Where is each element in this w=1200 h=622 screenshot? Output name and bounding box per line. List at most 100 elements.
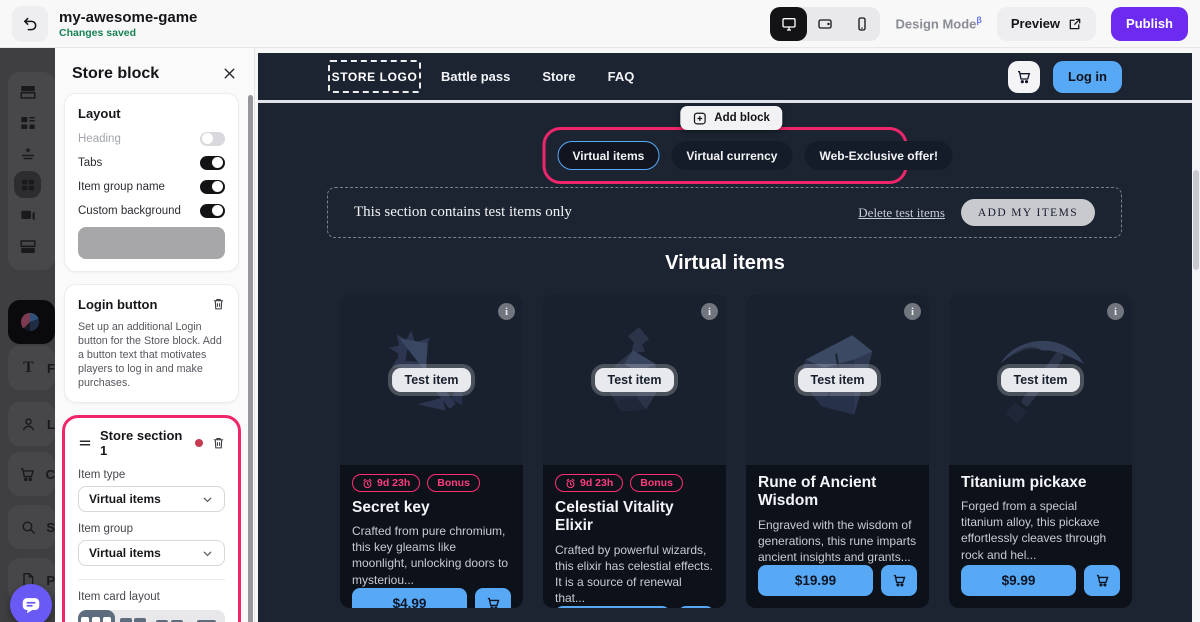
- sidebar-item-checkout[interactable]: C: [8, 452, 55, 496]
- chevron-down-icon: [201, 547, 214, 560]
- buy-price-button[interactable]: $4.99: [352, 587, 467, 608]
- desktop-view-button[interactable]: [770, 6, 808, 41]
- custom-background-toggle-label: Custom background: [78, 204, 181, 217]
- tab-virtual-currency[interactable]: Virtual currency: [671, 141, 793, 170]
- store-logo-placeholder[interactable]: STORE LOGO: [328, 60, 421, 93]
- block-icon-group: [8, 72, 55, 270]
- close-icon[interactable]: [220, 65, 238, 83]
- log-in-button[interactable]: Log in: [1053, 60, 1122, 93]
- project-title: my-awesome-game: [59, 8, 198, 26]
- typography-icon: T: [23, 359, 34, 376]
- pie-logo-icon: [19, 311, 41, 333]
- save-status: Changes saved: [59, 26, 137, 39]
- main-scrollbar-track[interactable]: [1192, 48, 1200, 622]
- tab-virtual-items[interactable]: Virtual items: [557, 141, 660, 170]
- drag-handle-icon[interactable]: [78, 437, 92, 449]
- product-description: Forged from a special titanium alloy, th…: [961, 499, 1107, 562]
- login-card-header: Login button: [78, 297, 225, 312]
- heading-toggle-label: Heading: [78, 132, 121, 145]
- product-card-pickaxe[interactable]: Test item Titanium pickaxe Forged from a…: [949, 295, 1132, 608]
- add-my-items-button[interactable]: ADD MY ITEMS: [960, 199, 1095, 226]
- test-item-badge: Test item: [594, 368, 675, 392]
- delete-test-items-link[interactable]: Delete test items: [858, 205, 945, 221]
- heading-toggle[interactable]: [200, 131, 225, 146]
- store-section-card-body: Store section 1 Item type Virtual items …: [65, 418, 238, 622]
- product-card-rune[interactable]: Test item Rune of Ancient Wisdom Engrave…: [746, 295, 929, 608]
- add-to-cart-button[interactable]: [881, 565, 917, 596]
- item-group-name-toggle[interactable]: [200, 179, 225, 194]
- product-description: Engraved with the wisdom of generations,…: [758, 517, 917, 564]
- item-card-layout-label: Item card layout: [78, 591, 160, 603]
- item-group-label: Item group: [78, 523, 133, 535]
- test-item-badge: Test item: [1000, 368, 1081, 392]
- tabs-toggle[interactable]: [200, 155, 225, 170]
- tablet-icon: [817, 16, 833, 32]
- sidebar-item-fonts[interactable]: T F: [8, 346, 55, 390]
- nav-link-store[interactable]: Store: [542, 69, 575, 84]
- tab-web-exclusive-offer[interactable]: Web-Exclusive offer!: [804, 141, 953, 170]
- layout-option-grid[interactable]: [115, 610, 152, 622]
- product-info: Rune of Ancient Wisdom Engraved with the…: [746, 465, 929, 608]
- undo-button[interactable]: [12, 5, 48, 42]
- buy-price-button[interactable]: $19.99: [758, 565, 873, 596]
- add-to-cart-button[interactable]: [475, 587, 511, 608]
- sidebar-label-fragment: C: [45, 466, 55, 482]
- panel-scrollbar[interactable]: [248, 95, 253, 622]
- footer-block-icon[interactable]: [18, 237, 37, 256]
- mobile-view-button[interactable]: [844, 7, 881, 41]
- bonus-badge: Bonus: [427, 474, 480, 492]
- info-icon[interactable]: [498, 303, 515, 320]
- tablet-view-button[interactable]: [807, 7, 844, 41]
- timer-value: 9d 23h: [580, 477, 614, 489]
- item-group-select[interactable]: Virtual items: [78, 540, 225, 566]
- tabs-toggle-label: Tabs: [78, 156, 103, 169]
- custom-background-toggle[interactable]: [200, 203, 225, 218]
- background-color-swatch[interactable]: [78, 227, 225, 259]
- publish-button[interactable]: Publish: [1111, 6, 1188, 41]
- sidebar-item-login[interactable]: L: [8, 402, 55, 446]
- custom-background-toggle-row: Custom background: [78, 203, 225, 218]
- add-block-button[interactable]: Add block: [680, 106, 782, 130]
- product-card-elixir[interactable]: Test item 9d 23h Bonus Celestial Vitalit…: [543, 295, 726, 608]
- buy-price-button[interactable]: $9.99: [961, 565, 1076, 596]
- builder-topbar: my-awesome-game Changes saved Design Mod…: [0, 0, 1200, 48]
- add-to-cart-button[interactable]: [1084, 565, 1120, 596]
- store-tabs-highlighted: Virtual items Virtual currency Web-Exclu…: [542, 127, 953, 184]
- site-logo-tile[interactable]: [8, 300, 55, 344]
- media-block-icon[interactable]: [18, 206, 37, 225]
- person-icon: [19, 415, 38, 434]
- product-card-secret-key[interactable]: Test item 9d 23h Bonus Secret key Crafte…: [340, 295, 523, 608]
- alarm-clock-icon: [362, 478, 373, 489]
- header-block-icon[interactable]: [18, 82, 37, 101]
- content-blocks-icon[interactable]: [18, 113, 37, 132]
- nav-link-battle-pass[interactable]: Battle pass: [441, 69, 510, 84]
- store-block-icon-selected[interactable]: [14, 171, 41, 198]
- info-icon[interactable]: [1107, 303, 1124, 320]
- trash-icon[interactable]: [211, 297, 225, 312]
- trash-icon[interactable]: [211, 436, 225, 451]
- banner-actions: Delete test items ADD MY ITEMS: [858, 199, 1095, 226]
- project-meta: my-awesome-game Changes saved: [59, 9, 197, 39]
- preview-button[interactable]: Preview: [996, 6, 1097, 41]
- buy-price-button[interactable]: $2.99: [555, 605, 670, 608]
- virtual-items-heading: Virtual items: [665, 252, 785, 274]
- product-cards-row: Test item 9d 23h Bonus Secret key Crafte…: [340, 295, 1132, 608]
- nav-link-faq[interactable]: FAQ: [608, 69, 635, 84]
- layout-option-columns-selected[interactable]: [78, 610, 115, 622]
- main-scrollbar-thumb[interactable]: [1193, 170, 1199, 270]
- heading-toggle-row: Heading: [78, 131, 225, 146]
- info-icon[interactable]: [701, 303, 718, 320]
- add-to-cart-button[interactable]: [678, 605, 714, 608]
- item-type-select[interactable]: Virtual items: [78, 486, 225, 512]
- layout-thumb-bar: [81, 616, 90, 622]
- support-chat-button[interactable]: [10, 584, 52, 622]
- layout-option-two[interactable]: [152, 610, 189, 622]
- sidebar-item-seo[interactable]: S: [8, 505, 55, 549]
- timer-value: 9d 23h: [377, 477, 411, 489]
- layout-option-one[interactable]: [188, 610, 225, 622]
- cart-button[interactable]: [1008, 60, 1040, 93]
- info-icon[interactable]: [904, 303, 921, 320]
- customize-block-icon[interactable]: [18, 144, 37, 163]
- add-block-label: Add block: [714, 112, 770, 124]
- layout-card: Layout Heading Tabs Item group name Cust…: [64, 93, 239, 272]
